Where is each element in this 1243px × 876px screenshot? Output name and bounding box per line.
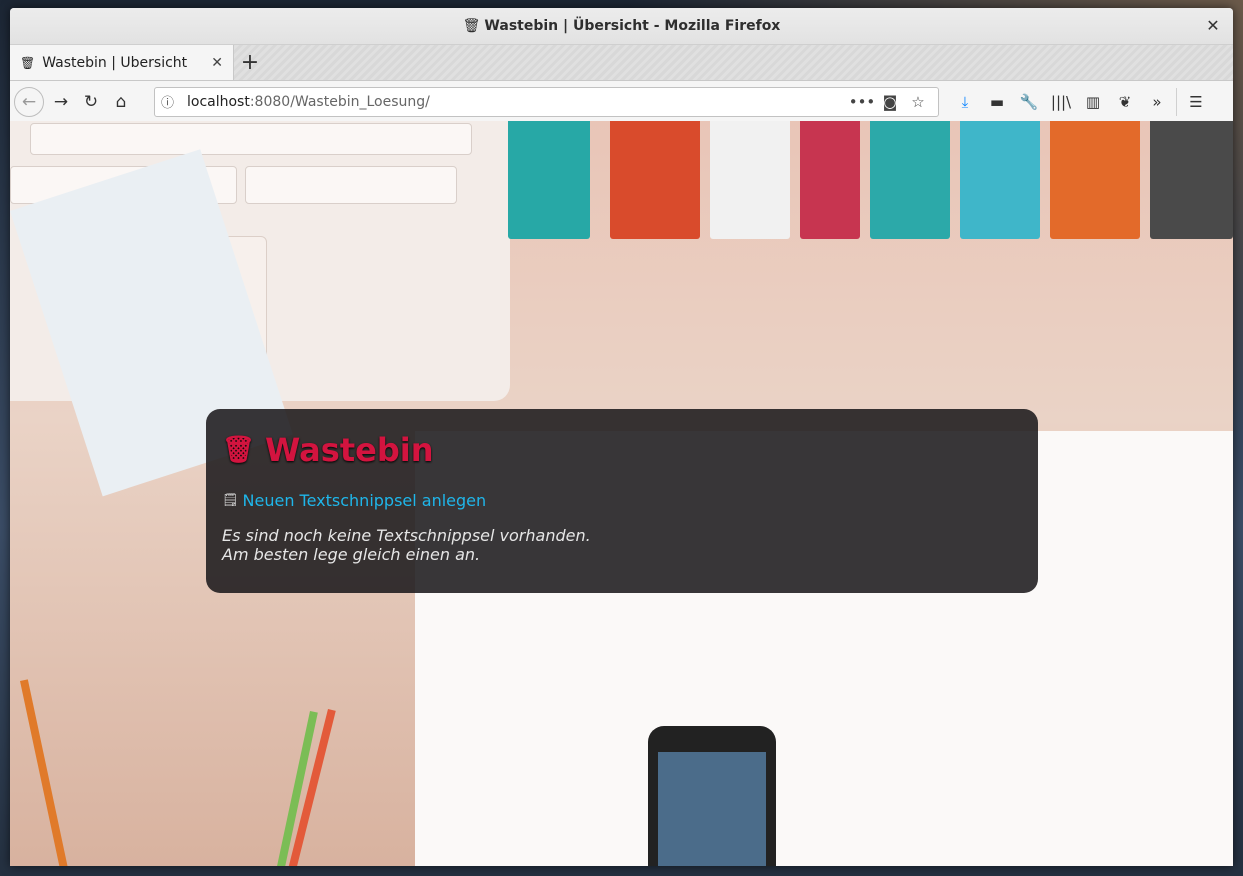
home-button[interactable]: ⌂ <box>106 87 136 117</box>
url-host: localhost <box>187 93 250 110</box>
toolbar-separator <box>1176 87 1177 116</box>
new-snippet-link[interactable]: 🗒 Neuen Textschnippsel anlegen <box>222 491 1022 510</box>
bookmark-star-icon[interactable]: ☆ <box>904 93 932 111</box>
trash-icon: 🗑 <box>462 18 481 34</box>
gnome-icon[interactable]: ❦ <box>1109 87 1141 117</box>
window-titlebar[interactable]: 🗑 Wastebin | Übersicht - Mozilla Firefox… <box>10 8 1233 45</box>
new-tab-button[interactable]: + <box>234 45 266 80</box>
tab-label: Wastebin | Übersicht <box>42 54 188 71</box>
page-actions-icon[interactable]: ••• <box>848 93 876 111</box>
app-heading: 🗑 Wastebin <box>222 431 1022 469</box>
bg-book <box>870 121 950 239</box>
bg-book <box>1050 121 1140 239</box>
empty-message-line2: Am besten lege gleich einen an. <box>222 545 481 564</box>
hat-icon[interactable]: ▬ <box>981 87 1013 117</box>
navigation-toolbar: ← → ↻ ⌂ ⓘ localhost:8080/Wastebin_Loesun… <box>10 81 1233 123</box>
wastebin-card: 🗑 Wastebin 🗒 Neuen Textschnippsel anlege… <box>206 409 1038 593</box>
overflow-icon[interactable]: » <box>1141 87 1173 117</box>
tab-favicon-icon: 🗑 <box>20 55 36 70</box>
back-button[interactable]: ← <box>14 86 44 117</box>
reload-button[interactable]: ↻ <box>76 87 106 117</box>
tab-bar: 🗑 Wastebin | Übersicht ✕ + <box>10 45 1233 81</box>
bg-keyrow <box>30 123 472 155</box>
download-icon[interactable]: ⤓ <box>949 87 981 117</box>
url-bar[interactable]: ⓘ localhost:8080/Wastebin_Loesung/ ••• ◙… <box>154 86 939 117</box>
library-icon[interactable]: |||\ <box>1045 87 1077 117</box>
bg-book <box>610 121 700 239</box>
new-snippet-label: Neuen Textschnippsel anlegen <box>242 491 487 510</box>
toolbar-icons: ⤓ ▬ 🔧 |||\ ▥ ❦ » ☰ <box>949 87 1212 117</box>
empty-message: Es sind noch keine Textschnippsel vorhan… <box>222 526 1022 564</box>
window-close-button[interactable]: ✕ <box>1203 16 1223 36</box>
site-info-icon[interactable]: ⓘ <box>161 92 181 111</box>
menu-icon[interactable]: ☰ <box>1180 87 1212 117</box>
wastebin-icon: 🗑 <box>222 435 256 465</box>
bg-book <box>960 121 1040 239</box>
sidebar-icon[interactable]: ▥ <box>1077 87 1109 117</box>
url-path: :8080/Wastebin_Loesung/ <box>249 93 430 110</box>
bg-keyrow <box>245 166 457 204</box>
app-title: Wastebin <box>265 431 434 469</box>
tab-close-icon[interactable]: ✕ <box>211 55 223 71</box>
pocket-icon[interactable]: ◙ <box>876 93 904 111</box>
bg-book <box>508 121 590 239</box>
page-content: 🗑 Wastebin 🗒 Neuen Textschnippsel anlege… <box>10 121 1233 866</box>
browser-window: 🗑 Wastebin | Übersicht - Mozilla Firefox… <box>10 8 1233 866</box>
bg-book <box>710 121 790 239</box>
bg-book <box>800 121 860 239</box>
wrench-icon[interactable]: 🔧 <box>1013 87 1045 117</box>
note-icon: 🗒 <box>222 493 239 508</box>
empty-message-line1: Es sind noch keine Textschnippsel vorhan… <box>222 526 591 545</box>
bg-book <box>1150 121 1233 239</box>
window-title: Wastebin | Übersicht - Mozilla Firefox <box>484 18 781 34</box>
forward-button[interactable]: → <box>46 87 76 117</box>
bg-phone-screen <box>658 752 766 866</box>
url-text[interactable]: localhost:8080/Wastebin_Loesung/ <box>187 94 848 110</box>
tab-wastebin[interactable]: 🗑 Wastebin | Übersicht ✕ <box>10 45 234 80</box>
bg-phone <box>648 726 776 866</box>
